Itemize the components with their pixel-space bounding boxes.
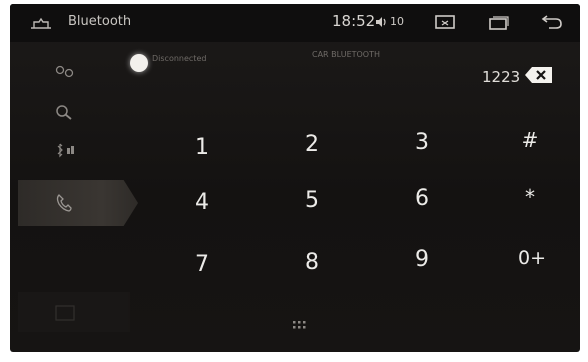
- link-icon[interactable]: [50, 60, 80, 82]
- key-9[interactable]: 9: [392, 241, 452, 277]
- device-frame: Bluetooth 18:52 10 Disconnected CAR BLUE…: [0, 0, 588, 362]
- key-star[interactable]: *: [500, 179, 560, 215]
- search-icon[interactable]: [50, 102, 80, 124]
- connection-indicator: [130, 54, 148, 72]
- status-bar: Bluetooth 18:52 10: [10, 4, 580, 42]
- recent-apps-icon[interactable]: [488, 15, 510, 31]
- key-4[interactable]: 4: [172, 184, 232, 220]
- app-title: Bluetooth: [68, 14, 132, 29]
- key-0-plus[interactable]: 0+: [502, 240, 562, 276]
- sidebar: [10, 42, 138, 352]
- key-7[interactable]: 7: [172, 246, 232, 282]
- dialed-number: 1223: [482, 68, 521, 86]
- sidebar-item-contacts[interactable]: [18, 292, 130, 332]
- bluetooth-music-icon[interactable]: [50, 140, 80, 162]
- phone-icon[interactable]: [50, 192, 80, 214]
- key-hash[interactable]: #: [500, 122, 560, 158]
- key-1[interactable]: 1: [172, 129, 232, 165]
- key-6[interactable]: 6: [392, 180, 452, 216]
- back-icon[interactable]: [540, 14, 564, 30]
- dialpad-toggle-icon[interactable]: [290, 316, 314, 336]
- volume-icon[interactable]: [374, 15, 388, 29]
- bluetooth-screen: Bluetooth 18:52 10 Disconnected CAR BLUE…: [10, 4, 580, 352]
- screenshot-icon[interactable]: [434, 13, 456, 31]
- clock: 18:52: [332, 12, 376, 30]
- device-name: CAR BLUETOOTH: [312, 50, 380, 59]
- home-icon[interactable]: [30, 16, 52, 30]
- volume-level: 10: [390, 15, 404, 28]
- key-5[interactable]: 5: [282, 182, 342, 218]
- contacts-icon: [55, 305, 75, 321]
- key-3[interactable]: 3: [392, 124, 452, 160]
- connection-status: Disconnected: [152, 54, 207, 63]
- backspace-icon[interactable]: [524, 66, 554, 84]
- key-2[interactable]: 2: [282, 126, 342, 162]
- key-8[interactable]: 8: [282, 244, 342, 280]
